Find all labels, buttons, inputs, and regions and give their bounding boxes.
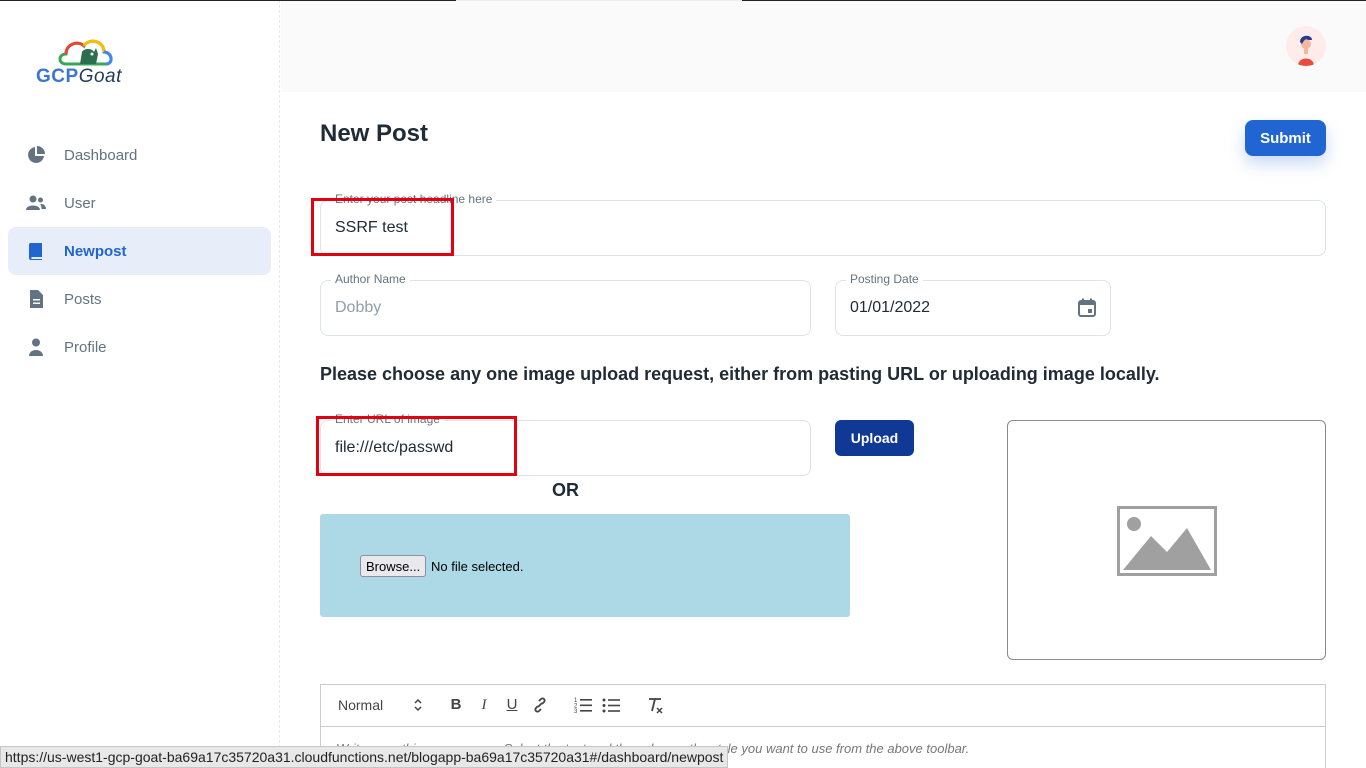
logo-text-goat: Goat bbox=[78, 66, 122, 87]
clear-format-icon[interactable] bbox=[645, 695, 665, 715]
sidebar-item-dashboard[interactable]: Dashboard bbox=[8, 131, 271, 179]
image-preview bbox=[1007, 420, 1326, 660]
sidebar-item-newpost[interactable]: Newpost bbox=[8, 227, 271, 275]
upload-button[interactable]: Upload bbox=[835, 420, 914, 456]
sidebar-item-label: Profile bbox=[64, 338, 107, 356]
author-label: Author Name bbox=[331, 272, 410, 286]
posting-date-input[interactable]: 01/01/2022 bbox=[850, 299, 930, 317]
author-input[interactable]: Dobby bbox=[335, 299, 381, 317]
sidebar-nav: Dashboard User Newpost Posts Profile bbox=[8, 131, 271, 371]
sidebar-item-profile[interactable]: Profile bbox=[8, 323, 271, 371]
select-arrows-icon[interactable] bbox=[414, 698, 422, 712]
highlight-box-headline bbox=[311, 198, 454, 256]
highlight-box-url bbox=[316, 416, 517, 476]
cloud-goat-logo-icon bbox=[58, 39, 113, 66]
avatar-illustration-icon bbox=[1298, 35, 1314, 66]
bullet-list-icon[interactable] bbox=[601, 695, 621, 715]
browse-button[interactable]: Browse... bbox=[360, 555, 427, 577]
submit-button[interactable]: Submit bbox=[1245, 120, 1326, 156]
image-placeholder-icon bbox=[1117, 506, 1217, 576]
file-icon bbox=[30, 290, 43, 308]
gcpgoat-logo[interactable]: GCPGoat bbox=[36, 34, 136, 90]
logo-text: GCPGoat bbox=[36, 66, 122, 88]
pie-chart-icon bbox=[28, 146, 45, 163]
sidebar: GCPGoat Dashboard User Newpost Posts Pro… bbox=[0, 0, 280, 768]
format-select[interactable]: Normal bbox=[338, 697, 383, 713]
editor-toolbar: Normal B I U 1 2 3 bbox=[321, 685, 1325, 727]
headline-field[interactable]: Enter your post headline here SSRF test bbox=[320, 192, 1326, 256]
file-status: No file selected. bbox=[431, 559, 524, 574]
page-title: New Post bbox=[320, 120, 429, 147]
people-icon bbox=[26, 195, 46, 210]
or-divider: OR bbox=[552, 480, 579, 500]
sidebar-item-label: Posts bbox=[64, 290, 102, 308]
ordered-list-icon[interactable]: 1 2 3 bbox=[573, 695, 593, 715]
sidebar-item-user[interactable]: User bbox=[8, 179, 271, 227]
bold-icon[interactable]: B bbox=[446, 695, 466, 715]
sidebar-item-label: Dashboard bbox=[64, 146, 138, 164]
posting-date-field[interactable]: Posting Date 01/01/2022 bbox=[835, 272, 1111, 336]
book-icon bbox=[29, 243, 42, 260]
upload-instruction: Please choose any one image upload reque… bbox=[320, 364, 1160, 384]
person-icon bbox=[29, 338, 43, 356]
link-icon[interactable] bbox=[530, 695, 550, 715]
posting-date-label: Posting Date bbox=[846, 272, 923, 286]
author-field[interactable]: Author Name Dobby bbox=[320, 272, 811, 336]
sidebar-item-label: Newpost bbox=[64, 242, 127, 260]
sidebar-item-posts[interactable]: Posts bbox=[8, 275, 271, 323]
browser-status-bar: https://us-west1-gcp-goat-ba69a17c35720a… bbox=[0, 746, 729, 768]
logo-text-gcp: GCP bbox=[36, 66, 79, 87]
sidebar-item-label: User bbox=[64, 194, 96, 212]
file-upload-zone[interactable]: Browse... No file selected. bbox=[320, 514, 850, 617]
calendar-icon[interactable] bbox=[1076, 297, 1098, 319]
italic-icon[interactable]: I bbox=[474, 695, 494, 715]
user-avatar[interactable] bbox=[1286, 26, 1326, 66]
window-top-border-gap bbox=[456, 0, 742, 1]
svg-text:3: 3 bbox=[574, 709, 578, 715]
underline-icon[interactable]: U bbox=[502, 695, 522, 715]
top-header bbox=[281, 0, 1366, 92]
